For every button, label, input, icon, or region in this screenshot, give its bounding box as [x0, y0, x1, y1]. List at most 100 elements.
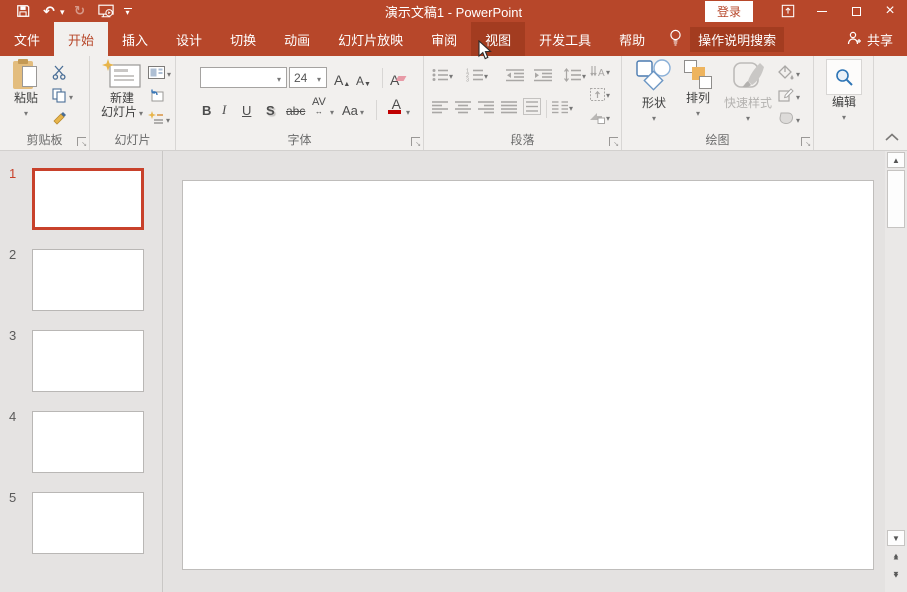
- paste-dropdown-icon[interactable]: [24, 105, 28, 119]
- line-spacing-dropdown-icon[interactable]: [582, 68, 586, 82]
- next-slide-icon[interactable]: [889, 571, 903, 578]
- vertical-scrollbar[interactable]: [885, 151, 907, 592]
- reset-slide-button[interactable]: [148, 87, 171, 104]
- underline-button[interactable]: U: [242, 98, 251, 118]
- current-slide[interactable]: [182, 180, 874, 570]
- slide-thumbnail-image[interactable]: [32, 492, 144, 554]
- distribute-text-button[interactable]: [523, 98, 541, 115]
- align-text-dropdown-icon[interactable]: [606, 87, 610, 101]
- columns-dropdown-icon[interactable]: [569, 100, 573, 114]
- grow-font-button[interactable]: A ▲: [334, 68, 350, 88]
- cut-button[interactable]: [52, 64, 73, 81]
- slide-thumbnail-image[interactable]: [32, 249, 144, 311]
- share-button[interactable]: 共享: [847, 22, 907, 56]
- align-center-button[interactable]: [455, 100, 471, 114]
- tab-file[interactable]: 文件: [0, 22, 54, 56]
- line-spacing-button[interactable]: [564, 68, 586, 82]
- numbering-dropdown-icon[interactable]: [484, 68, 488, 82]
- section-button[interactable]: [148, 110, 171, 127]
- bullets-button[interactable]: [432, 68, 453, 82]
- convert-smartart-dropdown-icon[interactable]: [606, 110, 610, 124]
- previous-slide-icon[interactable]: [889, 553, 903, 560]
- layout-button[interactable]: [148, 64, 171, 81]
- font-size-combobox[interactable]: 24: [289, 67, 327, 88]
- scroll-down-icon[interactable]: [887, 530, 905, 546]
- font-dialog-launcher-icon[interactable]: [411, 137, 421, 148]
- font-color-button[interactable]: A: [388, 97, 401, 118]
- paste-button[interactable]: 粘贴: [6, 59, 46, 119]
- align-right-button[interactable]: [478, 100, 494, 114]
- arrange-button[interactable]: 排列: [678, 59, 718, 119]
- justify-button[interactable]: [501, 100, 517, 114]
- copy-dropdown-icon[interactable]: [69, 89, 73, 103]
- drawing-dialog-launcher-icon[interactable]: [801, 137, 811, 148]
- decrease-indent-button[interactable]: [506, 68, 524, 82]
- arrange-dropdown-icon[interactable]: [696, 105, 700, 119]
- shape-fill-dropdown-icon[interactable]: [796, 66, 800, 80]
- align-left-button[interactable]: [432, 100, 448, 114]
- tab-home[interactable]: 开始: [54, 22, 109, 56]
- save-icon[interactable]: [12, 1, 34, 21]
- text-shadow-button[interactable]: S: [266, 98, 275, 118]
- slide-thumbnail-image[interactable]: [32, 168, 144, 230]
- clipboard-dialog-launcher-icon[interactable]: [77, 137, 87, 148]
- new-slide-button[interactable]: 新建 幻灯片: [96, 59, 148, 119]
- tell-me-search[interactable]: 操作说明搜索: [690, 26, 785, 52]
- tab-transitions[interactable]: 切换: [216, 22, 270, 56]
- shape-outline-button[interactable]: [778, 87, 800, 104]
- undo-icon[interactable]: [38, 1, 60, 21]
- shapes-button[interactable]: 形状: [632, 59, 676, 124]
- close-button[interactable]: [873, 0, 907, 22]
- bullets-dropdown-icon[interactable]: [449, 68, 453, 82]
- clear-formatting-button[interactable]: A: [390, 68, 407, 88]
- numbering-button[interactable]: 123: [466, 68, 488, 82]
- character-spacing-button[interactable]: AV ↔: [312, 97, 326, 118]
- italic-button[interactable]: I: [222, 98, 226, 118]
- start-slideshow-icon[interactable]: [95, 1, 117, 21]
- text-direction-dropdown-icon[interactable]: [606, 64, 610, 78]
- text-direction-button[interactable]: A: [590, 64, 610, 78]
- tab-review[interactable]: 审阅: [417, 22, 471, 56]
- scrollbar-thumb[interactable]: [887, 170, 905, 228]
- align-text-button[interactable]: [590, 87, 610, 101]
- edit-dropdown-icon[interactable]: [842, 109, 846, 123]
- paragraph-dialog-launcher-icon[interactable]: [609, 137, 619, 148]
- font-name-combobox[interactable]: [200, 67, 287, 88]
- shape-effects-button[interactable]: [778, 110, 800, 127]
- character-spacing-dropdown-icon[interactable]: [330, 98, 334, 118]
- strikethrough-button[interactable]: abc: [286, 98, 305, 118]
- shape-effects-dropdown-icon[interactable]: [796, 112, 800, 126]
- new-slide-dropdown-icon[interactable]: [139, 105, 143, 119]
- edit-button[interactable]: 编辑: [823, 59, 865, 123]
- tab-insert[interactable]: 插入: [108, 22, 162, 56]
- increase-indent-button[interactable]: [534, 68, 552, 82]
- layout-dropdown-icon[interactable]: [167, 66, 171, 80]
- ribbon-display-options-icon[interactable]: [771, 0, 805, 22]
- tab-animations[interactable]: 动画: [270, 22, 324, 56]
- shapes-dropdown-icon[interactable]: [652, 110, 656, 124]
- change-case-button[interactable]: Aa: [342, 98, 358, 118]
- tab-help[interactable]: 帮助: [605, 22, 659, 56]
- shrink-font-button[interactable]: A ▼: [356, 68, 371, 88]
- tab-slideshow[interactable]: 幻灯片放映: [324, 22, 417, 56]
- slide-thumbnail-image[interactable]: [32, 330, 144, 392]
- columns-button[interactable]: [552, 100, 573, 114]
- copy-button[interactable]: [52, 87, 73, 104]
- scroll-up-icon[interactable]: [887, 152, 905, 168]
- section-dropdown-icon[interactable]: [166, 112, 170, 126]
- font-size-dropdown-icon[interactable]: [312, 71, 326, 85]
- tab-developer[interactable]: 开发工具: [525, 22, 605, 56]
- bold-button[interactable]: B: [202, 98, 211, 118]
- signin-button[interactable]: 登录: [704, 0, 753, 22]
- slide-thumbnail-image[interactable]: [32, 411, 144, 473]
- undo-dropdown-icon[interactable]: [60, 4, 65, 18]
- convert-smartart-button[interactable]: [590, 110, 610, 124]
- font-color-dropdown-icon[interactable]: [406, 98, 410, 118]
- format-painter-button[interactable]: [52, 110, 73, 127]
- shape-outline-dropdown-icon[interactable]: [796, 89, 800, 103]
- maximize-button[interactable]: [839, 0, 873, 22]
- change-case-dropdown-icon[interactable]: [360, 98, 364, 118]
- collapse-ribbon-icon[interactable]: [885, 130, 899, 144]
- tab-design[interactable]: 设计: [162, 22, 216, 56]
- minimize-button[interactable]: [805, 0, 839, 22]
